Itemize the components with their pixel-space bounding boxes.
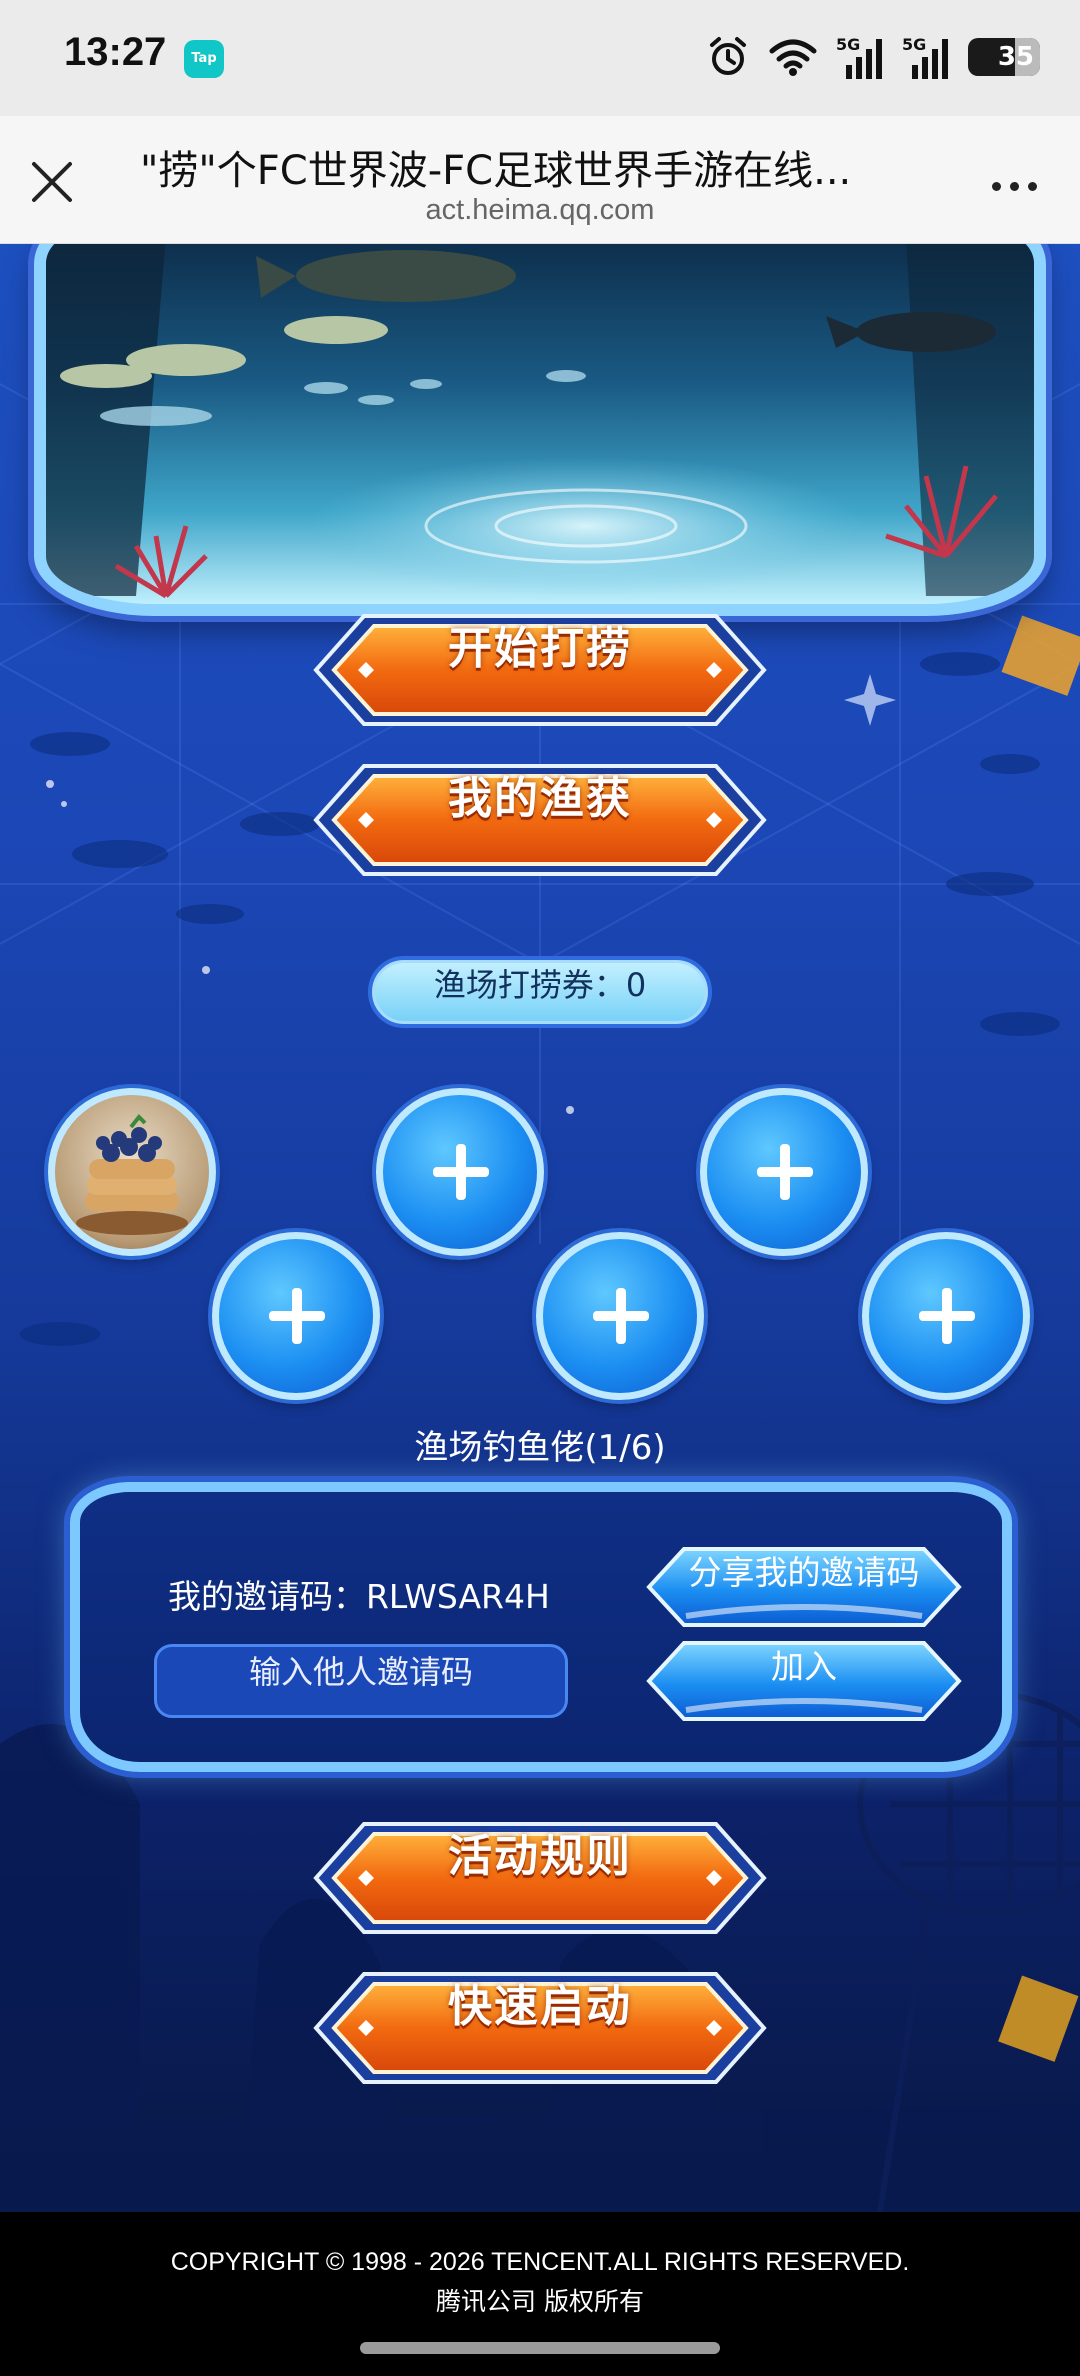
tap-app-icon: Tap: [184, 40, 224, 78]
plus-icon: [292, 1288, 302, 1344]
plus-icon: [616, 1288, 626, 1344]
quick-start-label: 快速启动: [448, 1981, 632, 2032]
my-catch-label: 我的渔获: [448, 773, 632, 824]
add-friend-slot[interactable]: [700, 1088, 868, 1256]
battery-icon: 35: [968, 38, 1040, 76]
page-title: "捞"个FC世界波-FC足球世界手游在线...: [140, 148, 852, 194]
start-fishing-button[interactable]: 开始打捞: [312, 612, 768, 728]
activity-rules-label: 活动规则: [448, 1831, 632, 1882]
footer: COPYRIGHT © 1998 - 2026 TENCENT.ALL RIGH…: [0, 2212, 1080, 2376]
alarm-icon: [710, 37, 746, 75]
my-catch-button[interactable]: 我的渔获: [312, 762, 768, 878]
hero-banner: [34, 244, 1046, 616]
ticket-label: 渔场打捞券：: [433, 966, 626, 1004]
squad-count-label: 渔场钓鱼佬(1/6): [414, 1428, 666, 1468]
underwater-scene-image: [46, 244, 1034, 599]
home-indicator[interactable]: [360, 2342, 720, 2354]
share-invite-code-label: 分享我的邀请码: [688, 1553, 920, 1592]
page-url: act.heima.qq.com: [425, 194, 655, 226]
invite-code-value: RLWSAR4H: [366, 1577, 550, 1616]
ticket-count: 0: [625, 966, 647, 1004]
start-fishing-label: 开始打捞: [448, 623, 632, 674]
signal-5g-icon: 5G: [836, 35, 884, 79]
avatar[interactable]: [48, 1088, 216, 1256]
invite-code-text: 我的邀请码：RLWSAR4H: [168, 1570, 550, 1618]
invite-panel: 我的邀请码：RLWSAR4H 分享我的邀请码 输入他人邀请码 加入: [70, 1482, 1012, 1772]
browser-header: "捞"个FC世界波-FC足球世界手游在线... act.heima.qq.com: [0, 116, 1080, 244]
company-text: 腾讯公司 版权所有: [436, 2287, 644, 2316]
quick-start-button[interactable]: 快速启动: [312, 1970, 768, 2086]
add-friend-slot[interactable]: [212, 1232, 380, 1400]
plus-icon: [456, 1144, 466, 1200]
activity-rules-button[interactable]: 活动规则: [312, 1820, 768, 1936]
status-icons: 5G 5G 35: [706, 32, 1040, 82]
ticket-counter: 渔场打捞券：0: [368, 956, 712, 1028]
add-friend-slot[interactable]: [536, 1232, 704, 1400]
add-friend-slot[interactable]: [862, 1232, 1030, 1400]
plus-icon: [942, 1288, 952, 1344]
invite-code-label: 我的邀请码：: [168, 1577, 366, 1616]
join-button[interactable]: 加入: [646, 1640, 962, 1722]
pancake-avatar-image: [76, 1114, 188, 1235]
more-icon[interactable]: [992, 176, 1052, 196]
invite-code-input[interactable]: 输入他人邀请码: [154, 1644, 568, 1718]
wifi-icon: [769, 39, 817, 76]
signal-5g-icon: 5G: [902, 35, 950, 79]
plus-icon: [780, 1144, 790, 1200]
join-label: 加入: [771, 1647, 837, 1686]
share-invite-code-button[interactable]: 分享我的邀请码: [646, 1546, 962, 1628]
status-time: 13:27: [64, 30, 167, 74]
game-page: 开始打捞 我的渔获 渔场打捞券：0 渔场钓鱼佬(1/6) 我的邀请码：RLWSA…: [0, 244, 1080, 2212]
copyright-text: COPYRIGHT © 1998 - 2026 TENCENT.ALL RIGH…: [170, 2248, 910, 2276]
status-bar: 13:27 Tap 5G 5G 35: [0, 0, 1080, 116]
add-friend-slot[interactable]: [376, 1088, 544, 1256]
battery-text: 35: [997, 42, 1034, 72]
